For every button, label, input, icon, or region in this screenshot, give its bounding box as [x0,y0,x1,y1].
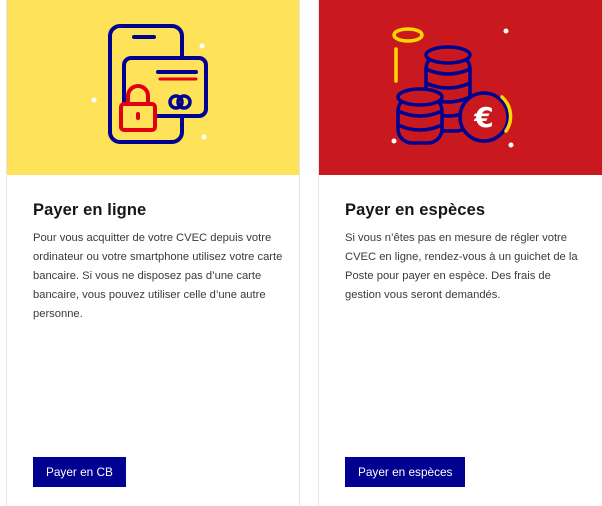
card-description: Pour vous acquitter de votre CVEC depuis… [33,232,283,320]
phone-card-lock-icon [91,24,208,144]
card-description: Si vous n’êtes pas en mesure de régler v… [345,232,578,301]
coins-euro-icon: € [391,26,513,147]
card-pay-online: Payer en ligne Pour vous acquitter de vo… [6,0,300,506]
card-title: Payer en ligne [33,201,147,219]
pay-by-card-button[interactable]: Payer en CB [33,457,126,487]
payment-options: Payer en ligne Pour vous acquitter de vo… [0,0,602,506]
card-pay-cash-illustration: € [319,0,602,175]
svg-text:€: € [473,101,493,134]
card-pay-online-illustration [7,0,299,175]
pay-in-cash-button[interactable]: Payer en espèces [345,457,466,487]
card-pay-cash: € Payer en espèces Si vous n’êtes pas en… [318,0,602,506]
card-title: Payer en espèces [345,201,486,219]
